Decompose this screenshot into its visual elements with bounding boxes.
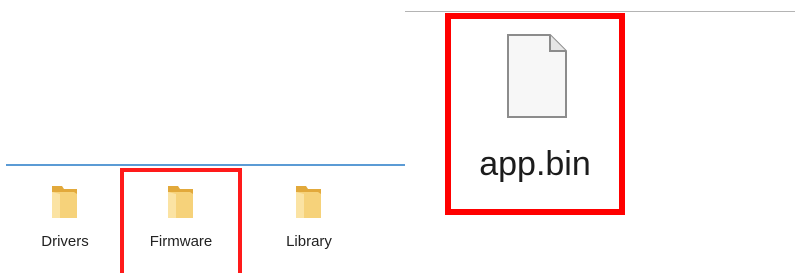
folder-item-drivers[interactable]: Drivers — [10, 168, 120, 273]
file-label: app.bin — [479, 145, 591, 183]
folder-item-firmware[interactable]: Firmware — [120, 168, 242, 273]
file-icon — [507, 34, 567, 118]
folder-view-panel: Drivers Firmware Library — [0, 0, 405, 273]
folder-label: Drivers — [41, 233, 89, 250]
folder-label: Library — [286, 233, 332, 250]
folder-icon — [168, 186, 193, 218]
folder-item-library[interactable]: Library — [254, 168, 364, 273]
folder-label: Firmware — [149, 233, 213, 250]
folder-icon — [296, 186, 321, 218]
panel-divider — [405, 11, 795, 12]
file-view-panel: app.bin — [405, 0, 795, 273]
panel-divider — [6, 164, 405, 166]
folder-icon — [52, 186, 77, 218]
file-item-app-bin[interactable]: app.bin — [445, 13, 625, 215]
